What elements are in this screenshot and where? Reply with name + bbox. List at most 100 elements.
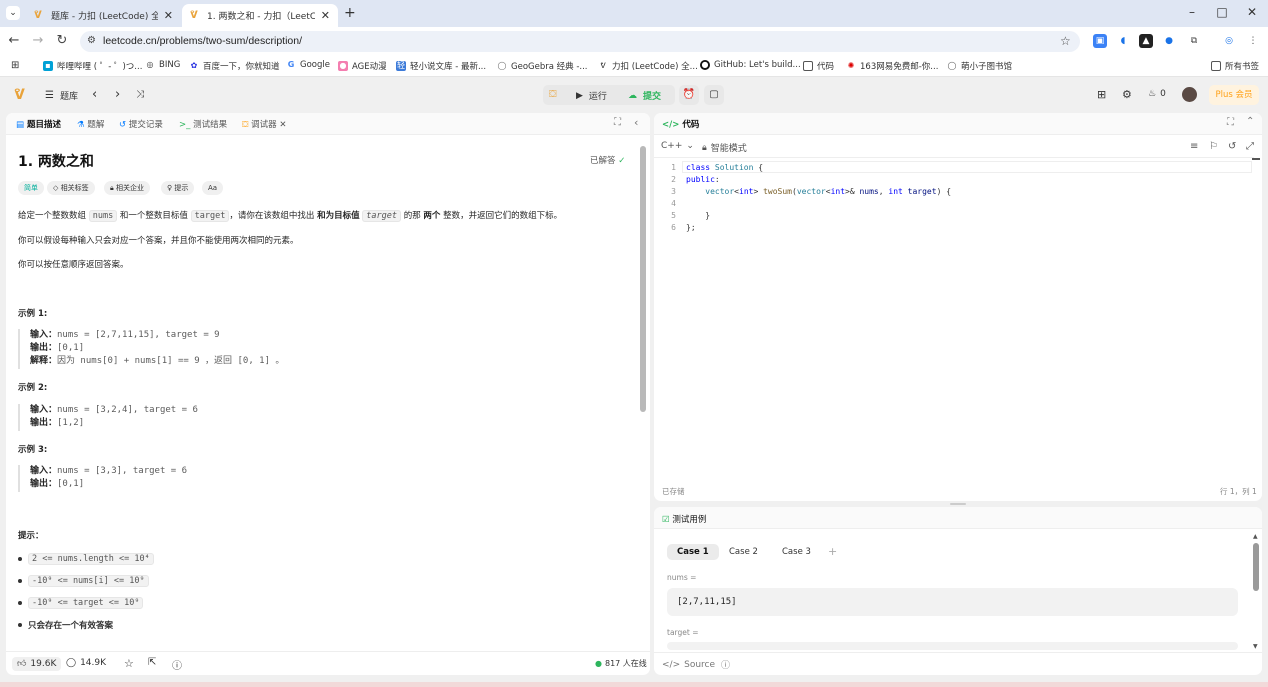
case-tab-1[interactable]: Case 1 — [667, 544, 719, 560]
testcase-scrollbar[interactable] — [1253, 543, 1259, 591]
leetcode-logo-icon[interactable]: ᕓ — [14, 87, 25, 103]
bookmark-163[interactable]: ✺ 163网易免费邮-你... — [846, 60, 939, 72]
like-button[interactable]: 👍︎ 19.6K — [12, 657, 62, 671]
tab-debugger[interactable]: ⛋ 调试器 ✕ — [242, 118, 287, 130]
case-tab-2[interactable]: Case 2 — [719, 544, 768, 560]
language-select[interactable]: C++ ⌄ — [661, 141, 694, 151]
note-button[interactable]: ▢ — [704, 85, 724, 105]
layout-icon[interactable]: ⊞ — [1097, 88, 1106, 101]
problem-list-button[interactable]: ☰ 题库 — [45, 89, 78, 102]
collapse-panel-icon[interactable]: ⌃ — [1246, 116, 1254, 127]
related-tags-button[interactable]: ◇ 相关标签 — [47, 181, 95, 195]
favorite-star-icon[interactable]: ☆ — [124, 657, 134, 670]
resize-handle[interactable] — [950, 503, 966, 505]
bookmark-icon[interactable]: ⚐ — [1209, 141, 1218, 152]
bookmark-google[interactable]: G Google — [286, 60, 330, 70]
extension-image-icon[interactable]: ▣ — [1093, 34, 1107, 48]
extension-dark-icon[interactable]: ▲ — [1139, 34, 1153, 48]
close-tab-icon[interactable]: ✕ — [321, 9, 330, 22]
all-bookmarks-folder[interactable]: 所有书签 — [1211, 60, 1259, 72]
forward-icon[interactable]: → — [31, 33, 45, 49]
font-size-button[interactable]: Aa — [202, 181, 224, 195]
scroll-down-icon[interactable]: ▼ — [1253, 643, 1258, 650]
bookmark-age[interactable]: ● AGE动漫 — [338, 60, 387, 72]
comments-button[interactable]: ◯ 14.9K — [66, 658, 106, 668]
bookmark-star-icon[interactable]: ☆ — [1060, 34, 1071, 48]
share-icon[interactable]: ⇱ — [148, 657, 156, 668]
browser-tab-problemset[interactable]: ᕓ 题库 - 力扣 (LeetCode) 全球极 ✕ — [26, 4, 181, 27]
bookmark-baidu[interactable]: ✿ 百度一下，你就知道 — [189, 60, 280, 72]
nums-input[interactable]: [2,7,11,15] — [667, 588, 1238, 616]
smart-mode-toggle[interactable]: 🔒︎ 智能模式 — [702, 141, 747, 155]
help-icon[interactable]: ⓘ — [172, 657, 182, 672]
profile-icon[interactable]: ◎ — [1222, 34, 1236, 48]
site-info-icon[interactable]: ⚙ — [87, 35, 96, 46]
debug-icon[interactable]: ⛋ — [549, 89, 557, 100]
maximize-button[interactable]: □ — [1215, 5, 1229, 19]
source-link[interactable]: </> Source ⓘ — [662, 658, 730, 672]
fullscreen-icon[interactable]: ⤢ — [1246, 141, 1254, 152]
format-icon[interactable]: ≡ — [1190, 141, 1198, 152]
hints-button[interactable]: ♀ 提示 — [161, 181, 195, 195]
run-label: 运行 — [588, 92, 607, 102]
new-tab-button[interactable]: + — [344, 5, 356, 21]
plus-member-button[interactable]: Plus 会员 — [1209, 85, 1259, 105]
avatar[interactable] — [1182, 87, 1197, 102]
bookmark-library[interactable]: ◯ 萌小子图书馆 — [947, 60, 1013, 72]
extension-blue-icon[interactable]: ● — [1162, 34, 1176, 48]
case-tab-3[interactable]: Case 3 — [772, 544, 821, 560]
scroll-up-icon[interactable]: ▲ — [1253, 533, 1258, 540]
collapse-panel-icon[interactable]: ‹ — [634, 116, 638, 129]
back-icon[interactable]: ← — [7, 33, 21, 49]
tab-search-button[interactable]: ⌄ — [6, 6, 20, 20]
maximize-panel-icon[interactable]: ⛶ — [1227, 117, 1234, 128]
close-window-button[interactable]: ✕ — [1245, 5, 1259, 19]
address-bar[interactable]: ⚙ leetcode.cn/problems/two-sum/descripti… — [80, 31, 1080, 52]
extensions-puzzle-icon[interactable]: ⧉ — [1187, 34, 1201, 48]
add-case-button[interactable]: + — [818, 544, 847, 560]
streak-counter[interactable]: ♨ 0 — [1148, 89, 1166, 99]
difficulty-badge[interactable]: 简单 — [18, 181, 44, 195]
submit-button[interactable]: ☁ 提交 — [628, 89, 661, 103]
target-input[interactable] — [667, 642, 1238, 650]
bookmark-github[interactable]: ● GitHub: Let's build... — [700, 60, 801, 70]
code-token: } — [686, 211, 711, 220]
tab-solutions[interactable]: ⚗ 题解 — [77, 118, 104, 130]
text: 的那 — [403, 211, 421, 221]
bookmark-bilibili[interactable]: ▪ 哔哩哔哩 ( ゜- ゜)つ... — [43, 60, 142, 72]
close-tab-icon[interactable]: ✕ — [164, 9, 173, 22]
apps-grid-icon[interactable]: ⊞ — [11, 60, 19, 71]
browser-tab-two-sum[interactable]: ᕓ 1. 两数之和 - 力扣（LeetCode ✕ — [182, 4, 338, 27]
bookmark-bing[interactable]: ◎ BING — [145, 60, 181, 70]
reset-icon[interactable]: ↺ — [1228, 141, 1236, 152]
extension-translate-icon[interactable]: ◖ — [1116, 34, 1130, 48]
code-editor[interactable] — [654, 157, 1254, 473]
reload-icon[interactable]: ↻ — [55, 33, 69, 49]
bookmark-label: GeoGebra 经典 -... — [511, 62, 588, 72]
code-token: twoSum — [763, 187, 792, 196]
close-tab-icon[interactable]: ✕ — [279, 120, 286, 130]
code-token: >& — [845, 187, 860, 196]
prev-problem-icon[interactable]: ‹ — [92, 87, 97, 102]
maximize-panel-icon[interactable]: ⛶ — [614, 117, 621, 128]
tab-test-results[interactable]: >_ 测试结果 — [179, 118, 227, 130]
minimize-button[interactable]: – — [1185, 5, 1199, 19]
bookmark-folder-code[interactable]: 代码 — [803, 60, 834, 72]
browser-menu-icon[interactable]: ⋮ — [1246, 34, 1260, 48]
tab-description[interactable]: ▤ 题目描述 — [16, 118, 61, 130]
bookmark-wenku[interactable]: 轻轻小说文库 - 最新... — [396, 60, 486, 72]
settings-gear-icon[interactable]: ⚙ — [1122, 88, 1132, 101]
shuffle-icon[interactable]: ⤨ — [136, 89, 144, 100]
bookmark-label: 力扣 (LeetCode) 全... — [612, 62, 698, 72]
run-button[interactable]: ▶ 运行 — [576, 89, 607, 103]
next-problem-icon[interactable]: › — [115, 87, 120, 102]
bookmark-leetcode[interactable]: ᕓ 力扣 (LeetCode) 全... — [598, 60, 698, 72]
editor-scrollbar[interactable] — [1252, 158, 1260, 160]
tab-submissions[interactable]: ↺ 提交记录 — [119, 118, 163, 130]
timer-button[interactable]: ⏰ — [679, 85, 699, 105]
testcase-footer — [654, 652, 1262, 653]
related-companies-button[interactable]: 🔒︎ 相关企业 — [104, 181, 150, 195]
description-scrollbar[interactable] — [640, 146, 646, 412]
bookmark-geogebra[interactable]: ◯ GeoGebra 经典 -... — [497, 60, 588, 72]
